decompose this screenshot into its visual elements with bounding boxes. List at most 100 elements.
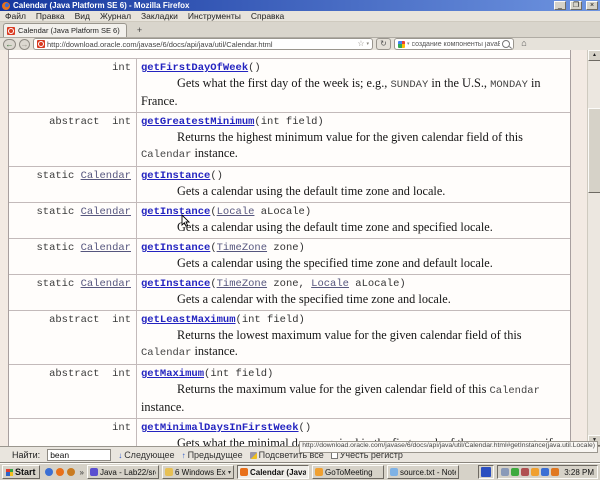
search-engine-dropdown-icon[interactable]: ▾: [407, 42, 410, 47]
forward-button[interactable]: →: [19, 39, 30, 50]
taskbar-window-notepad[interactable]: source.txt - Notepad: [387, 465, 459, 479]
tray-display-icon[interactable]: [501, 468, 509, 476]
text-segment: Gets a calendar using the specified time…: [177, 256, 493, 270]
find-prev-button[interactable]: ↑ Предыдущее: [182, 450, 243, 460]
scroll-up-icon[interactable]: ▲: [588, 50, 600, 61]
menu-item[interactable]: Справка: [246, 11, 289, 21]
new-tab-button[interactable]: +: [131, 24, 148, 38]
text-segment: Calendar: [141, 347, 191, 359]
menu-item[interactable]: Правка: [31, 11, 70, 21]
tray-gotomeeting-daisy-icon[interactable]: [531, 468, 539, 476]
search-magnifier-icon[interactable]: [502, 40, 510, 48]
home-button[interactable]: ⌂: [517, 38, 531, 50]
down-arrow-icon: ↓: [118, 451, 122, 460]
method-cell: getInstance()Gets a calendar using the d…: [137, 167, 570, 202]
text-segment: Gets a calendar using the default time z…: [177, 220, 493, 234]
tray-clock: 3:28 PM: [561, 468, 594, 477]
type-link[interactable]: TimeZone: [217, 278, 267, 290]
type-link[interactable]: Calendar: [81, 278, 131, 290]
scrollbar-thumb[interactable]: [588, 108, 600, 193]
method-link[interactable]: getInstance: [141, 206, 210, 218]
menu-item[interactable]: Закладки: [136, 11, 183, 21]
method-link[interactable]: getInstance: [141, 278, 210, 290]
method-cell: getInstance(TimeZone zone)Gets a calenda…: [137, 239, 570, 274]
tray-updater-icon[interactable]: [551, 468, 559, 476]
taskbar: Start » Java - Lab22/src/Main.ja... 6 Win…: [0, 463, 600, 480]
modifier-and-type-cell: int: [9, 59, 137, 112]
text-segment: Returns the highest minimum value for th…: [177, 130, 523, 144]
method-cell: getMaximum(int field)Returns the maximum…: [137, 365, 570, 418]
method-signature: getInstance(): [141, 169, 566, 183]
method-link[interactable]: getFirstDayOfWeek: [141, 62, 248, 74]
taskbar-window-eclipse-java[interactable]: Java - Lab22/src/Main.ja...: [87, 465, 159, 479]
back-button[interactable]: ←: [3, 39, 16, 50]
taskbar-window-explorer-group[interactable]: 6 Windows Explorer▾: [162, 465, 234, 479]
start-label: Start: [15, 467, 36, 477]
text-segment: (int field): [254, 116, 323, 128]
start-button[interactable]: Start: [2, 465, 40, 479]
type-link[interactable]: Locale: [217, 206, 255, 218]
menu-item[interactable]: Файл: [0, 11, 31, 21]
tray-green-status-icon[interactable]: [511, 468, 519, 476]
firefox-icon[interactable]: [56, 468, 64, 476]
reload-button[interactable]: ↻: [376, 38, 391, 50]
type-link[interactable]: Calendar: [81, 242, 131, 254]
text-segment: Returns the maximum value for the given …: [177, 382, 489, 396]
tray-agent-icon[interactable]: [521, 468, 529, 476]
find-next-button[interactable]: ↓ Следующее: [118, 450, 174, 460]
text-segment: Calendar: [489, 385, 539, 397]
tray-security-shield-icon[interactable]: [541, 468, 549, 476]
type-link[interactable]: Locale: [311, 278, 349, 290]
type-link[interactable]: TimeZone: [217, 242, 267, 254]
maximize-button[interactable]: ❐: [570, 1, 582, 10]
text-segment: (int field): [236, 314, 305, 326]
close-button[interactable]: ×: [586, 1, 598, 10]
taskbar-window-label: Calendar (Java Platfo...: [250, 468, 306, 477]
menu-item[interactable]: Вид: [70, 11, 95, 21]
navbar: ← → http://download.oracle.com/javase/6/…: [0, 38, 600, 50]
method-cell: getInstance(Locale aLocale)Gets a calend…: [137, 203, 570, 238]
find-prev-label: Предыдущее: [188, 450, 243, 460]
window-title: Calendar (Java Platform SE 6) - Mozilla …: [13, 1, 550, 10]
search-input[interactable]: ▾ создание компоненты javaBeans в eclips…: [394, 38, 514, 50]
type-link[interactable]: Calendar: [81, 206, 131, 218]
method-link[interactable]: getInstance: [141, 242, 210, 254]
bookmark-star-icon[interactable]: ☆: [357, 40, 364, 48]
language-icon: [481, 467, 491, 477]
method-description: Gets a calendar using the default time z…: [141, 183, 566, 199]
tray-language-indicator[interactable]: [478, 465, 494, 479]
modifier-and-type-cell: static Calendar: [9, 239, 137, 274]
internet-explorer-icon[interactable]: [45, 468, 53, 476]
method-link[interactable]: getMinimalDaysInFirstWeek: [141, 422, 299, 434]
taskbar-window-firefox-calendar[interactable]: Calendar (Java Platfo...: [237, 465, 309, 479]
method-link[interactable]: getMaximum: [141, 368, 204, 380]
windows-flag-icon: [6, 469, 13, 476]
type-link[interactable]: Calendar: [81, 170, 131, 182]
highlighter-icon: [250, 452, 257, 459]
method-link[interactable]: getInstance: [141, 170, 210, 182]
system-tray: 3:28 PM: [497, 465, 598, 479]
menu-item[interactable]: Инструменты: [183, 11, 246, 21]
group-dropdown-icon[interactable]: ▾: [228, 469, 231, 476]
quick-launch-overflow-icon[interactable]: »: [80, 468, 84, 477]
method-link[interactable]: getGreatestMinimum: [141, 116, 254, 128]
taskbar-window-gotomeeting[interactable]: GoToMeeting: [312, 465, 384, 479]
text-segment: zone): [267, 242, 305, 254]
find-input[interactable]: [47, 449, 111, 461]
method-link[interactable]: getLeastMaximum: [141, 314, 236, 326]
method-signature: getMinimalDaysInFirstWeek(): [141, 421, 566, 435]
taskbar-window-label: Java - Lab22/src/Main.ja...: [100, 468, 156, 477]
vertical-scrollbar[interactable]: ▲ ▼: [587, 50, 600, 446]
modifier-and-type-cell: int: [9, 419, 137, 446]
url-bar[interactable]: http://download.oracle.com/javase/6/docs…: [33, 38, 373, 50]
method-description: Gets a calendar with the specified time …: [141, 291, 566, 307]
mail-client-icon[interactable]: [67, 468, 75, 476]
method-signature: getInstance(TimeZone zone): [141, 241, 566, 255]
url-dropdown-icon[interactable]: ▾: [366, 42, 369, 47]
minimize-button[interactable]: _: [554, 1, 566, 10]
tab-calendar[interactable]: Calendar (Java Platform SE 6): [3, 23, 127, 37]
modifier-and-type-cell: static Calendar: [9, 203, 137, 238]
text-segment: int: [112, 422, 131, 434]
tab-title: Calendar (Java Platform SE 6): [18, 26, 120, 35]
menu-item[interactable]: Журнал: [95, 11, 136, 21]
